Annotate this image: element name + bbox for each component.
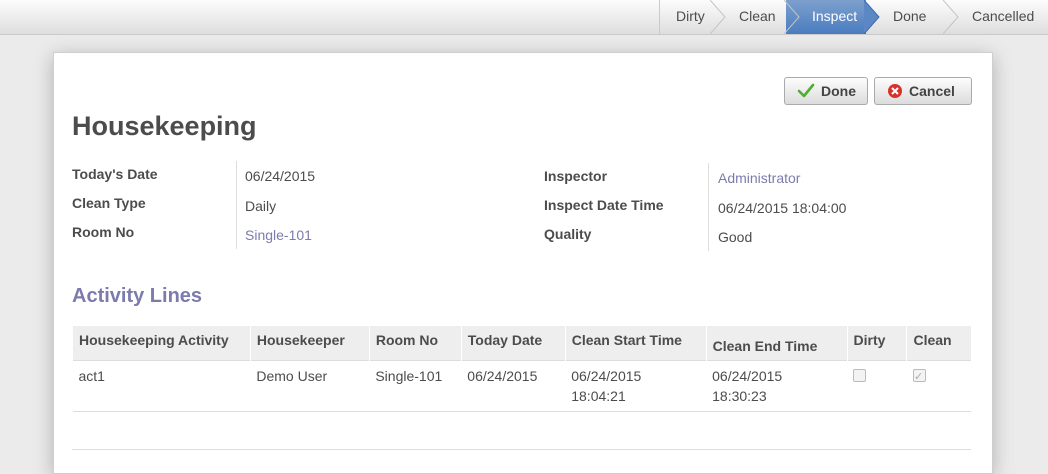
stage-cancelled[interactable]: Cancelled: [945, 0, 1048, 34]
column-header[interactable]: Clean: [906, 326, 971, 360]
table-row[interactable]: act1 Demo User Single-101 06/24/2015 06/…: [72, 359, 971, 412]
clean-cell: ✓: [906, 359, 971, 412]
table-header-row: Housekeeping Activity Housekeeper Room N…: [72, 326, 971, 360]
column-header[interactable]: Dirty: [846, 326, 907, 360]
todays-date-value: 06/24/2015: [245, 168, 316, 184]
inspector-link[interactable]: Administrator: [718, 170, 800, 186]
chevron-right-icon: [710, 0, 726, 34]
quality-label: Quality: [544, 226, 592, 242]
clean-start-time-cell: 06/24/2015 18:04:21: [565, 359, 707, 412]
chevron-right-icon: [864, 0, 880, 34]
chevron-right-icon: [784, 0, 800, 34]
field-divider: [708, 163, 709, 251]
stage-dirty[interactable]: Dirty: [659, 0, 726, 34]
cancel-circle-icon: [888, 84, 902, 98]
table-footer-divider: [72, 449, 971, 450]
page-title: Housekeeping: [72, 111, 257, 141]
status-bar: Dirty Clean Inspect Done Cancelled: [0, 0, 1048, 35]
column-header[interactable]: Housekeeper: [249, 326, 370, 360]
clean-type-value: Daily: [245, 198, 277, 214]
done-button-label: Done: [821, 83, 856, 99]
housekeeper-cell: Demo User: [250, 359, 370, 412]
cancel-button-label: Cancel: [909, 83, 955, 99]
cancel-button[interactable]: Cancel: [874, 77, 972, 105]
start-time: 18:04:21: [571, 387, 626, 404]
stage-done-label: Done: [893, 8, 927, 24]
start-date: 06/24/2015: [571, 367, 642, 384]
inspect-datetime-label: Inspect Date Time: [544, 197, 664, 213]
room-no-link[interactable]: Single-101: [245, 227, 312, 243]
check-icon: ✓: [913, 370, 924, 383]
activity-lines-table: Housekeeping Activity Housekeeper Room N…: [72, 326, 971, 412]
stage-pipeline: Dirty Clean Inspect Done Cancelled: [659, 0, 1048, 34]
clean-checkbox[interactable]: ✓: [912, 368, 926, 383]
room-no-label: Room No: [72, 224, 135, 240]
dirty-cell: [847, 359, 907, 412]
inspector-label: Inspector: [544, 168, 608, 184]
column-header[interactable]: Clean Start Time: [564, 326, 707, 360]
dirty-checkbox[interactable]: [853, 368, 867, 382]
activity-lines-title: Activity Lines: [72, 285, 203, 307]
activity-cell: act1: [72, 359, 251, 412]
chevron-right-icon: [943, 0, 959, 34]
inspect-datetime-value: 06/24/2015 18:04:00: [718, 200, 847, 216]
today-date-cell: 06/24/2015: [461, 359, 566, 412]
done-button[interactable]: Done: [784, 77, 868, 105]
column-header[interactable]: Room No: [368, 326, 462, 360]
checkmark-icon: [797, 83, 815, 98]
clean-end-time-cell: 06/24/2015 18:30:23: [706, 359, 848, 412]
end-date: 06/24/2015: [712, 367, 783, 384]
todays-date-label: Today's Date: [72, 166, 158, 182]
form-sheet: Done Cancel Housekeeping Today's Date Cl…: [53, 52, 993, 474]
clean-type-label: Clean Type: [72, 195, 146, 211]
column-header[interactable]: Today Date: [460, 326, 566, 360]
field-divider: [236, 161, 237, 249]
column-header[interactable]: Clean End Time: [705, 326, 848, 360]
stage-clean-label: Clean: [739, 8, 776, 24]
stage-cancelled-label: Cancelled: [972, 8, 1035, 24]
column-header[interactable]: Housekeeping Activity: [72, 326, 251, 360]
end-time: 18:30:23: [712, 387, 767, 404]
quality-value: Good: [718, 229, 753, 245]
room-no-cell: Single-101: [369, 359, 462, 412]
stage-dirty-label: Dirty: [676, 8, 705, 24]
stage-inspect-label: Inspect: [812, 8, 858, 24]
